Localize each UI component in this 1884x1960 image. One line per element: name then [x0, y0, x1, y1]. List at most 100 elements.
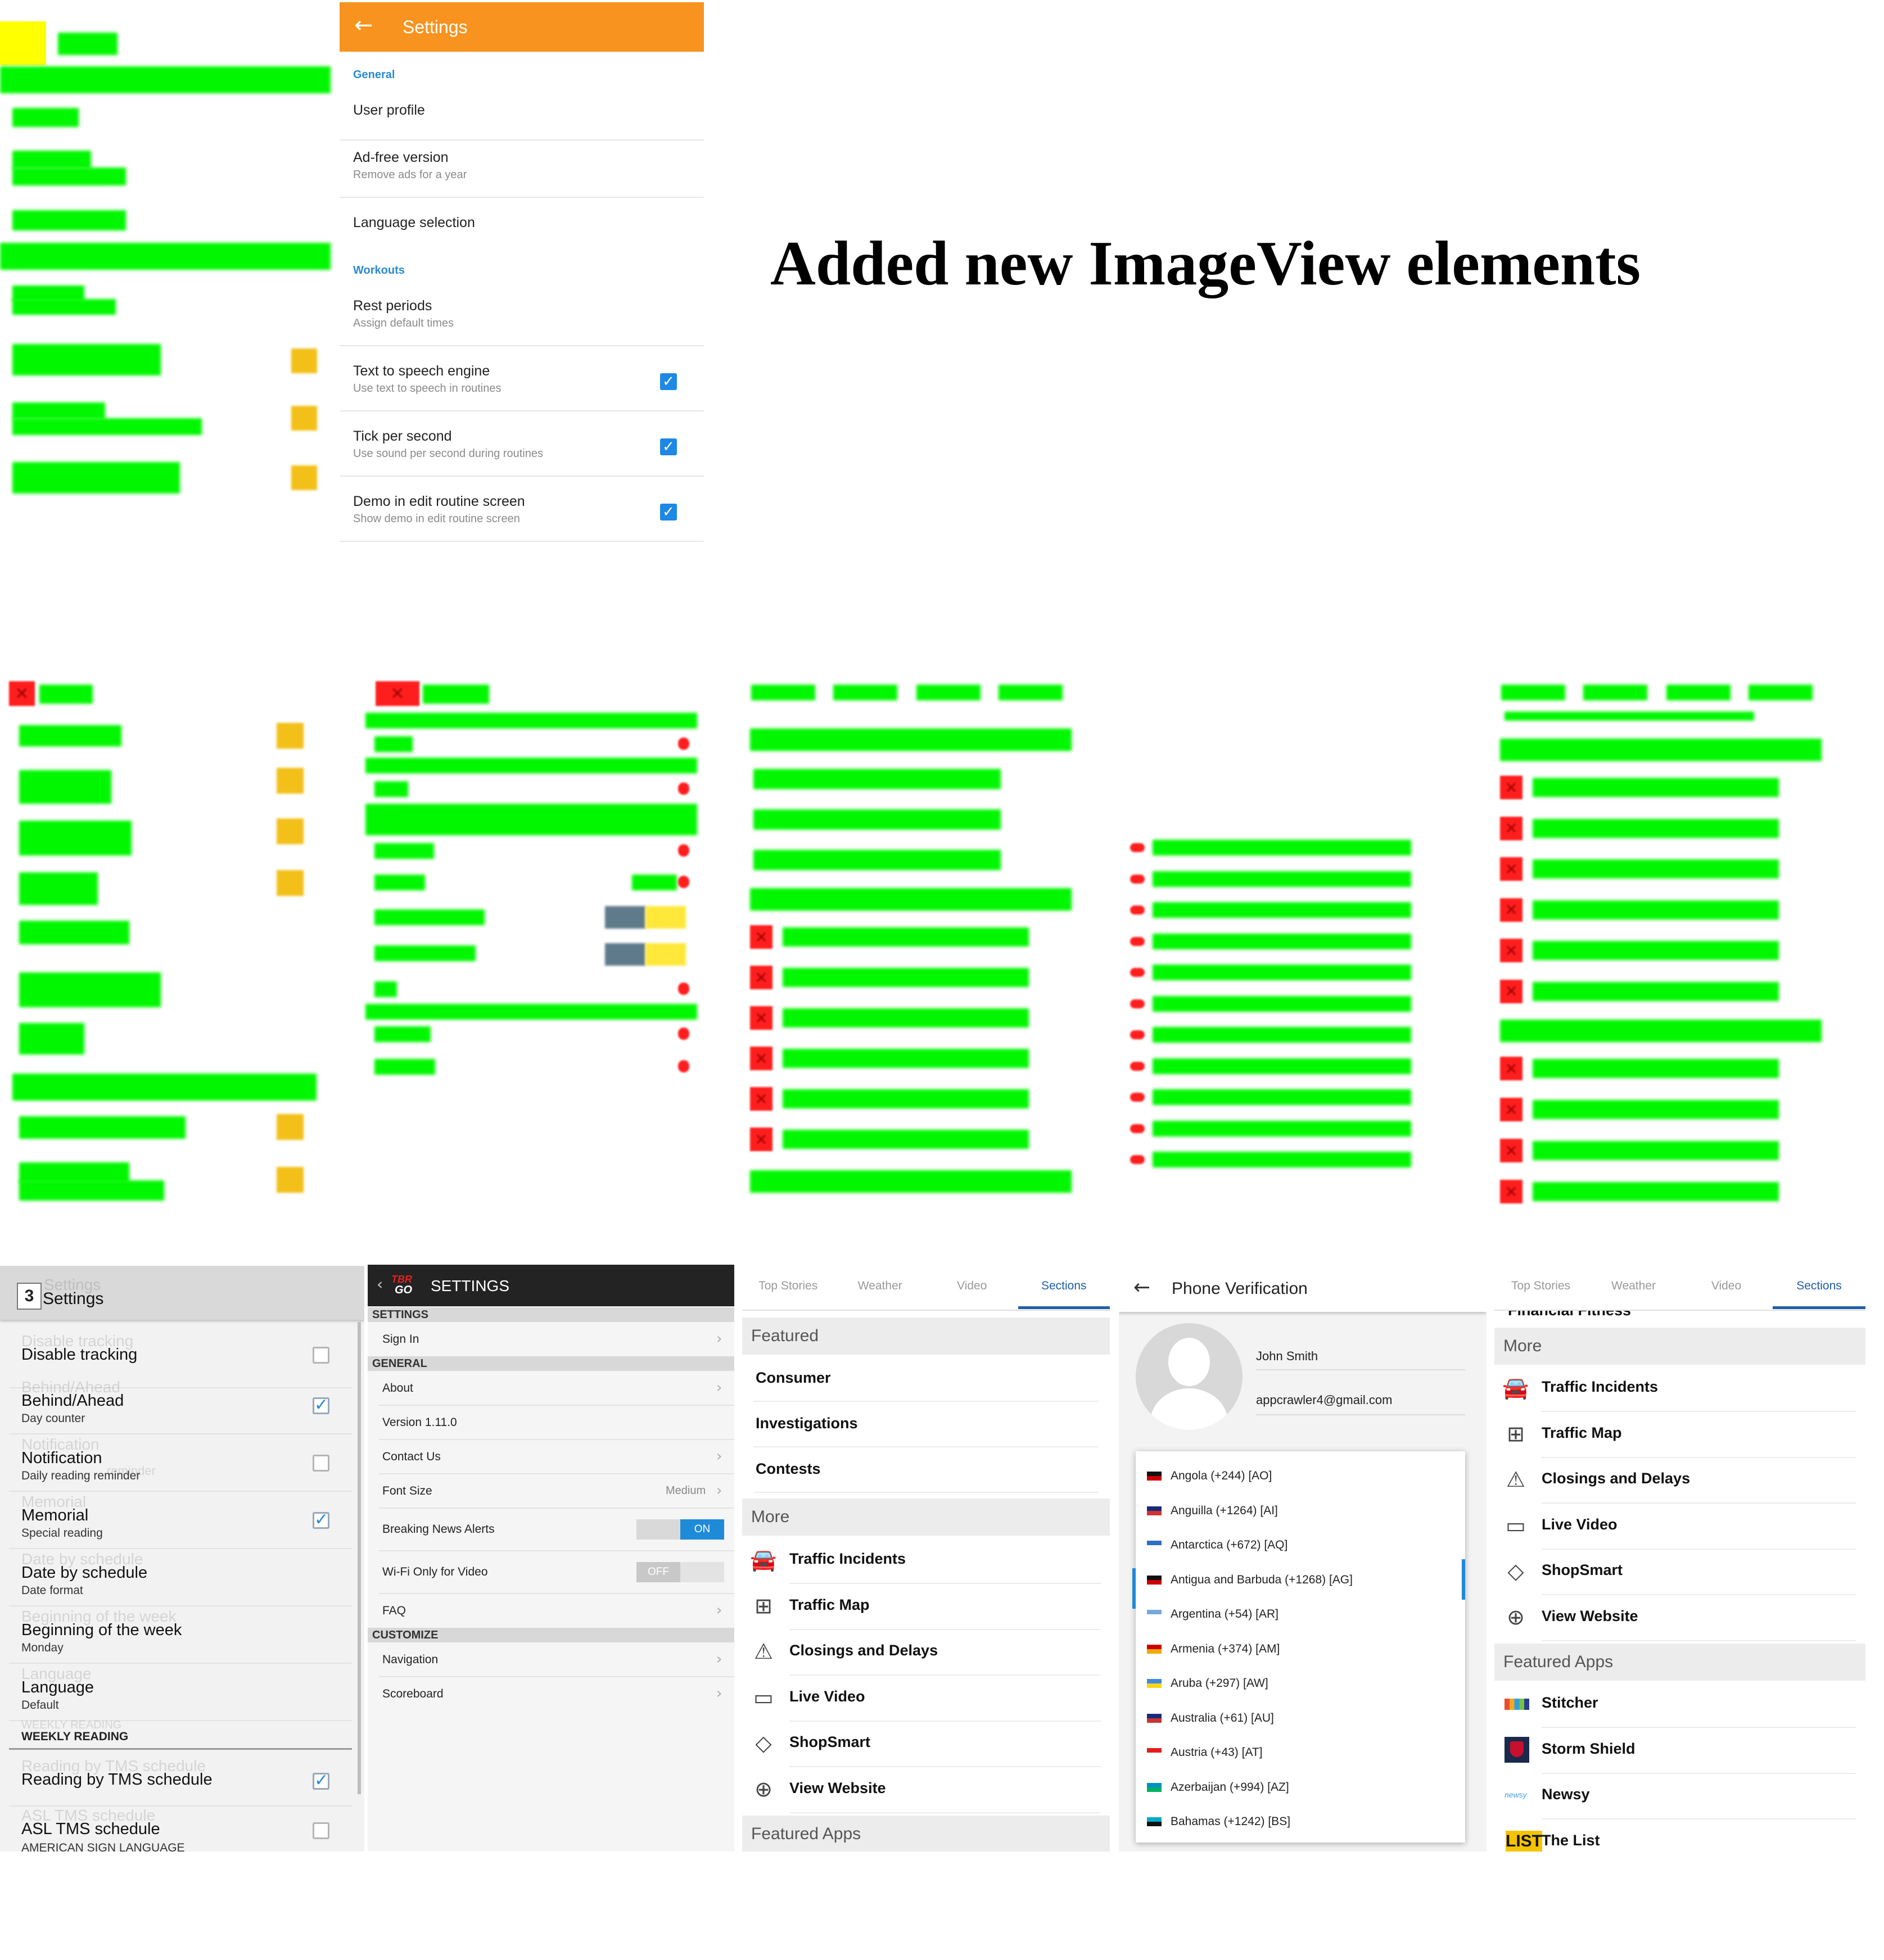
toggle-switch[interactable]: OFF: [636, 1562, 724, 1582]
tab-video[interactable]: Video: [926, 1265, 1018, 1310]
country-option-azerbaijan-994-az[interactable]: Azerbaijan (+994) [AZ]: [1136, 1772, 1465, 1804]
tab-sections[interactable]: Sections: [1018, 1265, 1110, 1310]
scrollbar[interactable]: [358, 1322, 361, 1794]
more-item-traffic-map[interactable]: ⊞ Traffic Map: [742, 1584, 1110, 1629]
more-item-traffic-incidents[interactable]: 🚘 Traffic Incidents: [742, 1538, 1110, 1583]
more-item-closings-and-delays[interactable]: ⚠ Closings and Delays: [742, 1629, 1110, 1674]
country-option-australia-61-au[interactable]: Australia (+61) [AU]: [1136, 1703, 1465, 1735]
settings-item-reading-by-tms-schedule[interactable]: Reading by TMS schedule Reading by TMS sc…: [0, 1757, 354, 1808]
tab-label: Top Stories: [758, 1279, 818, 1292]
checkbox-checked[interactable]: ✓: [313, 1511, 329, 1529]
checkbox-checked[interactable]: ✓: [313, 1772, 329, 1790]
settings-item-memorial[interactable]: Memorial Memorial Special reading ✓: [0, 1493, 354, 1549]
tbr-item-font-size[interactable]: Font Size Medium ›: [368, 1474, 734, 1508]
tbr-item-version-1-11-0[interactable]: Version 1.11.0: [368, 1405, 734, 1440]
settings-item-behind-ahead[interactable]: Behind/Ahead Behind/Ahead Day counter ✓: [0, 1378, 354, 1434]
more-item-view-website[interactable]: ⊕ View Website: [1494, 1595, 1865, 1640]
red-x-icon: ✕: [1500, 1098, 1522, 1121]
settings-item-language-selection[interactable]: Language selection: [340, 205, 704, 245]
country-option-angola-244-ao[interactable]: Angola (+244) [AO]: [1136, 1460, 1465, 1493]
checkbox-unchecked[interactable]: [313, 1347, 329, 1364]
country-option-bahamas-1242-bs[interactable]: Bahamas (+1242) [BS]: [1136, 1806, 1465, 1839]
red-dot: [1130, 999, 1145, 1008]
country-option-armenia-374-am[interactable]: Armenia (+374) [AM]: [1136, 1633, 1465, 1666]
tbr-item-faq[interactable]: FAQ ›: [368, 1594, 734, 1628]
yellow-checkbox: [277, 723, 304, 749]
tbr-item-navigation[interactable]: Navigation ›: [368, 1642, 734, 1677]
tab-weather[interactable]: Weather: [834, 1265, 927, 1310]
featured-app-the-list[interactable]: LIST The List: [1494, 1819, 1865, 1852]
settings-item-ad-free-version[interactable]: Ad-free version Remove ads for a year: [340, 141, 704, 197]
checkbox-checked[interactable]: ✓: [660, 438, 677, 455]
green-block: [1153, 902, 1411, 918]
more-item-view-website[interactable]: ⊕ View Website: [742, 1767, 1110, 1812]
settings-item-text-to-speech-engine[interactable]: Text to speech engine Use text to speech …: [340, 354, 704, 410]
tab-top-stories[interactable]: Top Stories: [742, 1265, 834, 1310]
more-item-traffic-map[interactable]: ⊞ Traffic Map: [1494, 1412, 1865, 1457]
settings-item-user-profile[interactable]: User profile: [340, 92, 704, 133]
toggle-switch[interactable]: ON: [636, 1519, 724, 1540]
tab-top-stories[interactable]: Top Stories: [1494, 1265, 1587, 1310]
checkbox-checked[interactable]: ✓: [660, 373, 677, 390]
settings-item-rest-periods[interactable]: Rest periods Assign default times: [340, 289, 704, 345]
country-option-aruba-297-aw[interactable]: Aruba (+297) [AW]: [1136, 1668, 1465, 1700]
tag-icon: ◇: [1507, 1559, 1524, 1583]
country-option-antigua-and-barbuda-1268-ag[interactable]: Antigua and Barbuda (+1268) [AG]: [1136, 1564, 1465, 1597]
settings-item-language[interactable]: Language Language Default: [0, 1665, 354, 1721]
green-block: [423, 685, 489, 704]
featured-app-newsy[interactable]: newsy Newsy: [1494, 1773, 1865, 1818]
checkbox-unchecked[interactable]: [313, 1822, 329, 1839]
item-title: ASL TMS schedule: [21, 1820, 160, 1838]
tbr-item-wi-fi-only-for-video[interactable]: Wi-Fi Only for Video OFF: [368, 1551, 734, 1594]
country-option-antarctica-672-aq[interactable]: Antarctica (+672) [AQ]: [1136, 1529, 1465, 1562]
tbr-item-breaking-news-alerts[interactable]: Breaking News Alerts ON: [368, 1508, 734, 1551]
checkbox-checked[interactable]: ✓: [313, 1397, 329, 1414]
more-item-live-video[interactable]: ▭ Live Video: [1494, 1504, 1865, 1549]
country-option-anguilla-1264-ai[interactable]: Anguilla (+1264) [AI]: [1136, 1495, 1465, 1528]
checkbox-unchecked[interactable]: [313, 1455, 329, 1472]
country-option-austria-43-at[interactable]: Austria (+43) [AT]: [1136, 1737, 1465, 1769]
arrow-left-icon[interactable]: ←: [1133, 1276, 1150, 1299]
checkbox-checked[interactable]: ✓: [660, 504, 677, 520]
settings-item-beginning-of-the-week[interactable]: Beginning of the week Beginning of the we…: [0, 1608, 354, 1664]
featured-app-storm-shield[interactable]: Storm Shield: [1494, 1728, 1865, 1773]
country-option-argentina-54-ar[interactable]: Argentina (+54) [AR]: [1136, 1599, 1465, 1631]
divider: [753, 1446, 1099, 1447]
more-item-closings-and-delays[interactable]: ⚠ Closings and Delays: [1494, 1457, 1865, 1502]
featured-item-consumer[interactable]: Consumer: [742, 1357, 1110, 1401]
tab-sections[interactable]: Sections: [1773, 1265, 1865, 1310]
tbr-item-contact-us[interactable]: Contact Us ›: [368, 1440, 734, 1474]
app-bar: ← Settings: [340, 2, 704, 52]
tab-weather[interactable]: Weather: [1587, 1265, 1680, 1310]
more-item-shopsmart[interactable]: ◇ ShopSmart: [742, 1721, 1110, 1766]
item-title: Reading by TMS schedule: [21, 1771, 213, 1789]
item-subtitle: Daily reading reminder: [21, 1469, 141, 1482]
tab-video[interactable]: Video: [1680, 1265, 1773, 1310]
featured-item-contests[interactable]: Contests: [742, 1448, 1110, 1492]
settings-item-date-by-schedule[interactable]: Date by schedule Date by schedule Date for…: [0, 1550, 354, 1606]
user-email[interactable]: appcrawler4@gmail.com: [1256, 1393, 1392, 1407]
user-name[interactable]: John Smith: [1256, 1349, 1318, 1364]
settings-item-demo-in-edit-routine-screen[interactable]: Demo in edit routine screen Show demo in …: [340, 485, 704, 541]
tab-label: Video: [1711, 1279, 1742, 1292]
featured-app-stitcher[interactable]: Stitcher: [1494, 1682, 1865, 1727]
tbr-item-about[interactable]: About ›: [368, 1371, 734, 1405]
app-logo-text: LIST: [1506, 1830, 1542, 1852]
settings-item-notification[interactable]: Notification Notification reminder Daily re…: [0, 1436, 354, 1492]
scrollbar[interactable]: [1462, 1559, 1465, 1600]
more-item-label: Traffic Map: [789, 1596, 870, 1613]
tbr-item-scoreboard[interactable]: Scoreboard ›: [368, 1677, 734, 1711]
back-chevron-icon[interactable]: ‹: [377, 1275, 383, 1293]
settings-item-asl-tms-schedule[interactable]: ASL TMS schedule ASL TMS schedule AMERICAN…: [0, 1807, 354, 1852]
arrow-left-icon[interactable]: ←: [354, 12, 373, 38]
settings-item-tick-per-second[interactable]: Tick per second Use sound per second duri…: [340, 419, 704, 476]
section-header-more: More: [742, 1499, 1110, 1536]
more-item-shopsmart[interactable]: ◇ ShopSmart: [1494, 1549, 1865, 1594]
tbr-item-sign-in[interactable]: Sign In ›: [368, 1322, 734, 1356]
featured-item-investigations[interactable]: Investigations: [742, 1402, 1110, 1446]
item-subtitle: AMERICAN SIGN LANGUAGE: [21, 1841, 185, 1852]
more-item-traffic-incidents[interactable]: 🚘 Traffic Incidents: [1494, 1366, 1865, 1411]
green-block: [374, 1059, 435, 1075]
more-item-live-video[interactable]: ▭ Live Video: [742, 1676, 1110, 1721]
section-header-workouts: Workouts: [353, 264, 405, 277]
